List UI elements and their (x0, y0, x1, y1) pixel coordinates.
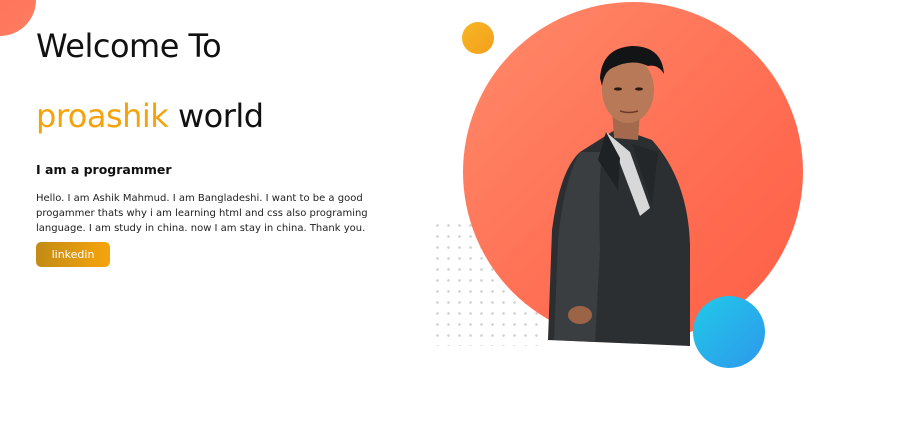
brand-name: proashik (36, 97, 169, 135)
portrait-photo (548, 46, 690, 346)
blue-accent-circle (693, 296, 765, 368)
yellow-accent-circle (462, 22, 494, 54)
brand-suffix: world (168, 97, 264, 135)
hero-bio: Hello. I am Ashik Mahmud. I am Banglades… (36, 193, 368, 234)
hero-subtitle: I am a programmer (36, 162, 172, 177)
hero-title-line2: proashik world (36, 92, 396, 140)
hero-text-section: Welcome To proashik world I am a program… (36, 22, 396, 267)
corner-decoration-circle (0, 0, 36, 36)
hero-title-line1: Welcome To (36, 27, 222, 65)
linkedin-button[interactable]: linkedin (36, 242, 110, 267)
